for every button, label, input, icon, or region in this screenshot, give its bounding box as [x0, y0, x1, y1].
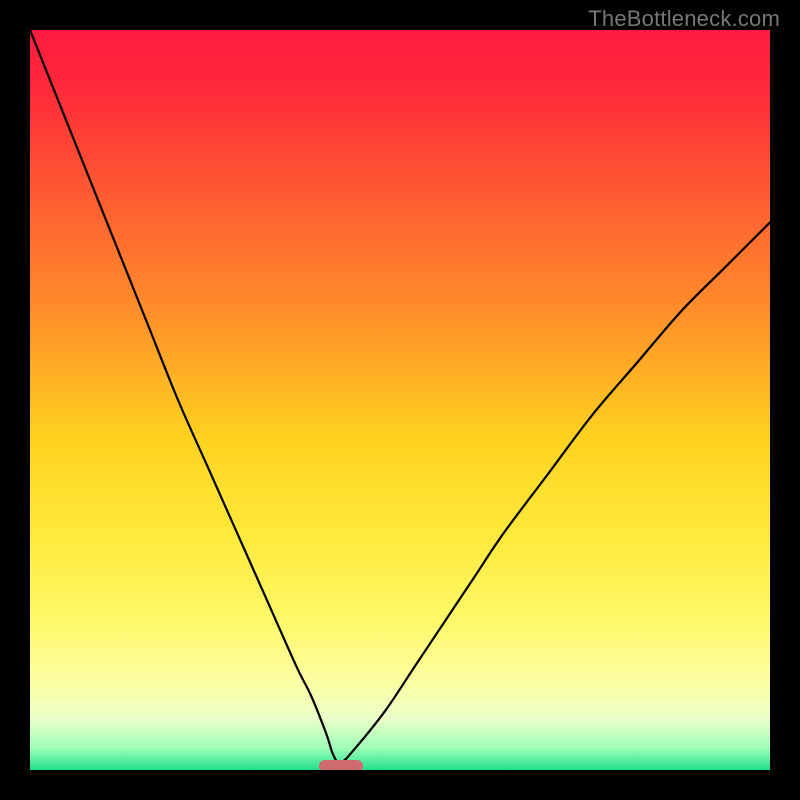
bottleneck-curve [30, 30, 770, 770]
optimal-range-marker [319, 760, 363, 770]
watermark-text: TheBottleneck.com [588, 6, 780, 32]
chart-frame: TheBottleneck.com [0, 0, 800, 800]
plot-area [30, 30, 770, 770]
